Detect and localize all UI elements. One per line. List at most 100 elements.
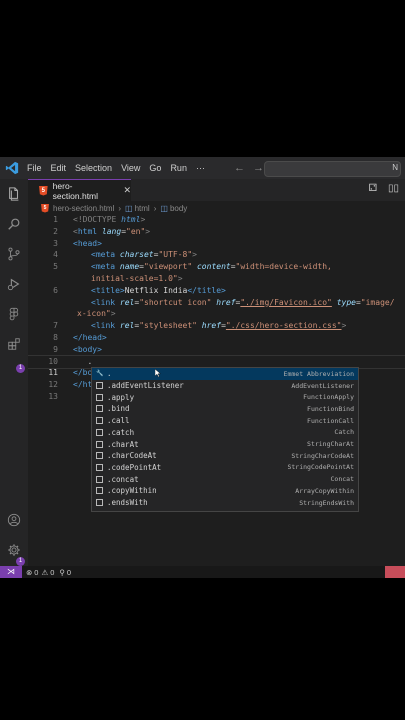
line-number: 3 (53, 238, 58, 248)
chevron-right-icon: › (153, 203, 157, 213)
snippet-icon (96, 487, 103, 495)
suggestion-item[interactable]: .endsWith StringEndsWith (92, 497, 358, 509)
split-editor-icon[interactable]: ▯▯ (388, 183, 399, 194)
suggestion-detail: Concat (330, 475, 354, 484)
line-number: 8 (53, 333, 58, 342)
code-line-9: </head> (73, 333, 107, 342)
account-icon[interactable] (7, 513, 21, 527)
suggestion-item[interactable]: .charAt StringCharAt (92, 438, 358, 450)
line-number: 7 (53, 321, 58, 331)
run-debug-icon[interactable] (7, 277, 21, 291)
close-icon[interactable]: ✕ (123, 185, 131, 196)
breadcrumb-body-icon: ◫ (160, 203, 168, 213)
figma-icon[interactable] (7, 307, 21, 321)
errors-count[interactable]: 0 (34, 568, 38, 577)
line-number: 2 (53, 226, 58, 236)
suggestion-detail: Emmet Abbreviation (283, 369, 354, 378)
suggestion-item[interactable]: .bind FunctionBind (92, 403, 358, 415)
menu-view[interactable]: View (121, 163, 140, 173)
extensions-icon[interactable] (7, 337, 21, 351)
settings-badge: 1 (16, 557, 25, 566)
breadcrumb: 5 hero-section.html › ◫ html › ◫ body (28, 201, 187, 215)
suggestion-label: .apply (107, 392, 135, 402)
snippet-icon (96, 428, 103, 436)
suggestion-item[interactable]: .concat Concat (92, 473, 358, 485)
suggestion-label: .catch (107, 427, 135, 437)
suggestion-item[interactable]: .catch Catch (92, 427, 358, 439)
back-arrow-icon[interactable]: ← (234, 162, 245, 174)
suggestion-label: .bind (107, 404, 130, 414)
breadcrumb-html-icon: ◫ (125, 203, 133, 213)
suggestion-item[interactable]: .apply FunctionApply (92, 391, 358, 403)
ports-count[interactable]: 0 (67, 568, 71, 577)
breadcrumb-file[interactable]: hero-section.html (53, 204, 114, 213)
command-center-search[interactable]: N (264, 161, 401, 177)
ports-icon[interactable]: ⚲ (59, 568, 65, 577)
settings-gear-icon[interactable] (7, 543, 21, 557)
code-line-4: <meta charset="UTF-8"> (91, 250, 197, 260)
wrench-icon: 🔧 (96, 370, 104, 378)
menu-file[interactable]: File (27, 163, 42, 173)
line-number: 13 (48, 392, 58, 401)
menu-run[interactable]: Run (170, 163, 187, 173)
suggestion-detail: FunctionApply (303, 393, 354, 402)
menu-edit[interactable]: Edit (51, 163, 67, 173)
suggestion-item[interactable]: .addEventListener AddEventListener (92, 380, 358, 392)
open-changes-icon[interactable]: ⚁ (369, 183, 378, 194)
suggestion-item[interactable]: .call FunctionCall (92, 415, 358, 427)
line-number: 4 (53, 250, 58, 260)
warnings-count[interactable]: 0 (50, 568, 54, 577)
editor-tabs: 5 hero-section.html ✕ ⚁ ▯▯ (28, 179, 405, 201)
snippet-icon (96, 499, 103, 507)
breadcrumb-html[interactable]: html (135, 204, 150, 213)
suggestion-detail: StringCharCodeAt (291, 451, 354, 460)
html5-file-icon: 5 (39, 185, 48, 196)
suggestion-detail: ArrayCopyWithin (295, 486, 354, 495)
snippet-icon (96, 452, 103, 460)
suggestion-detail: StringCodePointAt (287, 463, 354, 472)
menu-selection[interactable]: Selection (75, 163, 112, 173)
code-line-1: <!DOCTYPE html> (73, 215, 146, 224)
suggestion-item[interactable]: .codePointAt StringCodePointAt (92, 462, 358, 474)
suggestion-detail: FunctionCall (307, 416, 354, 425)
search-icon[interactable] (7, 217, 21, 231)
explorer-icon[interactable] (7, 187, 21, 201)
code-line-11: . (73, 356, 93, 366)
snippet-icon (96, 382, 103, 390)
search-text: N (392, 163, 398, 172)
code-line-7-wrap: x-icon"> (77, 309, 116, 319)
menu-go[interactable]: Go (149, 163, 161, 173)
breadcrumb-body[interactable]: body (170, 204, 187, 213)
suggestion-detail: FunctionBind (307, 404, 354, 413)
tab-hero-section[interactable]: 5 hero-section.html ✕ (28, 179, 131, 201)
vscode-window: File Edit Selection View Go Run ··· ← → … (0, 157, 405, 578)
code-line-10: <body> (73, 344, 102, 354)
line-number: 9 (53, 344, 58, 354)
remote-indicator-icon[interactable]: ⋊ (0, 566, 22, 578)
line-number: 5 (53, 262, 58, 272)
suggestion-label: . (107, 369, 112, 379)
snippet-icon (96, 405, 103, 413)
editor-actions: ⚁ ▯▯ (369, 183, 405, 194)
menu-more[interactable]: ··· (196, 163, 205, 173)
code-line-5-wrap: initial-scale=1.0"> (91, 274, 183, 283)
snippet-icon (96, 417, 103, 425)
extensions-badge: 1 (16, 364, 25, 373)
suggestion-item[interactable]: .copyWithin ArrayCopyWithin (92, 485, 358, 497)
forward-arrow-icon[interactable]: → (253, 162, 264, 174)
code-line-8: <link rel="stylesheet" href="./css/hero-… (91, 321, 347, 331)
notification-bell-icon[interactable] (385, 566, 405, 578)
warnings-icon[interactable]: ⚠ (41, 568, 48, 577)
suggestion-item[interactable]: .charCodeAt StringCharCodeAt (92, 450, 358, 462)
source-control-icon[interactable] (7, 247, 21, 261)
suggestion-item[interactable]: 🔧. Emmet Abbreviation (92, 368, 358, 380)
errors-icon[interactable]: ⊗ (26, 568, 32, 577)
code-line-2: <html lang="en"> (73, 226, 151, 236)
suggestion-widget: 🔧. Emmet Abbreviation .addEventListener Add… (91, 367, 359, 512)
suggestion-detail: StringCharAt (307, 440, 354, 449)
suggestion-detail: StringEndsWith (299, 498, 354, 507)
line-number: 11 (48, 368, 58, 378)
suggestion-label: .addEventListener (107, 381, 184, 391)
line-number: 6 (53, 285, 58, 295)
suggestion-label: .codePointAt (107, 462, 162, 472)
